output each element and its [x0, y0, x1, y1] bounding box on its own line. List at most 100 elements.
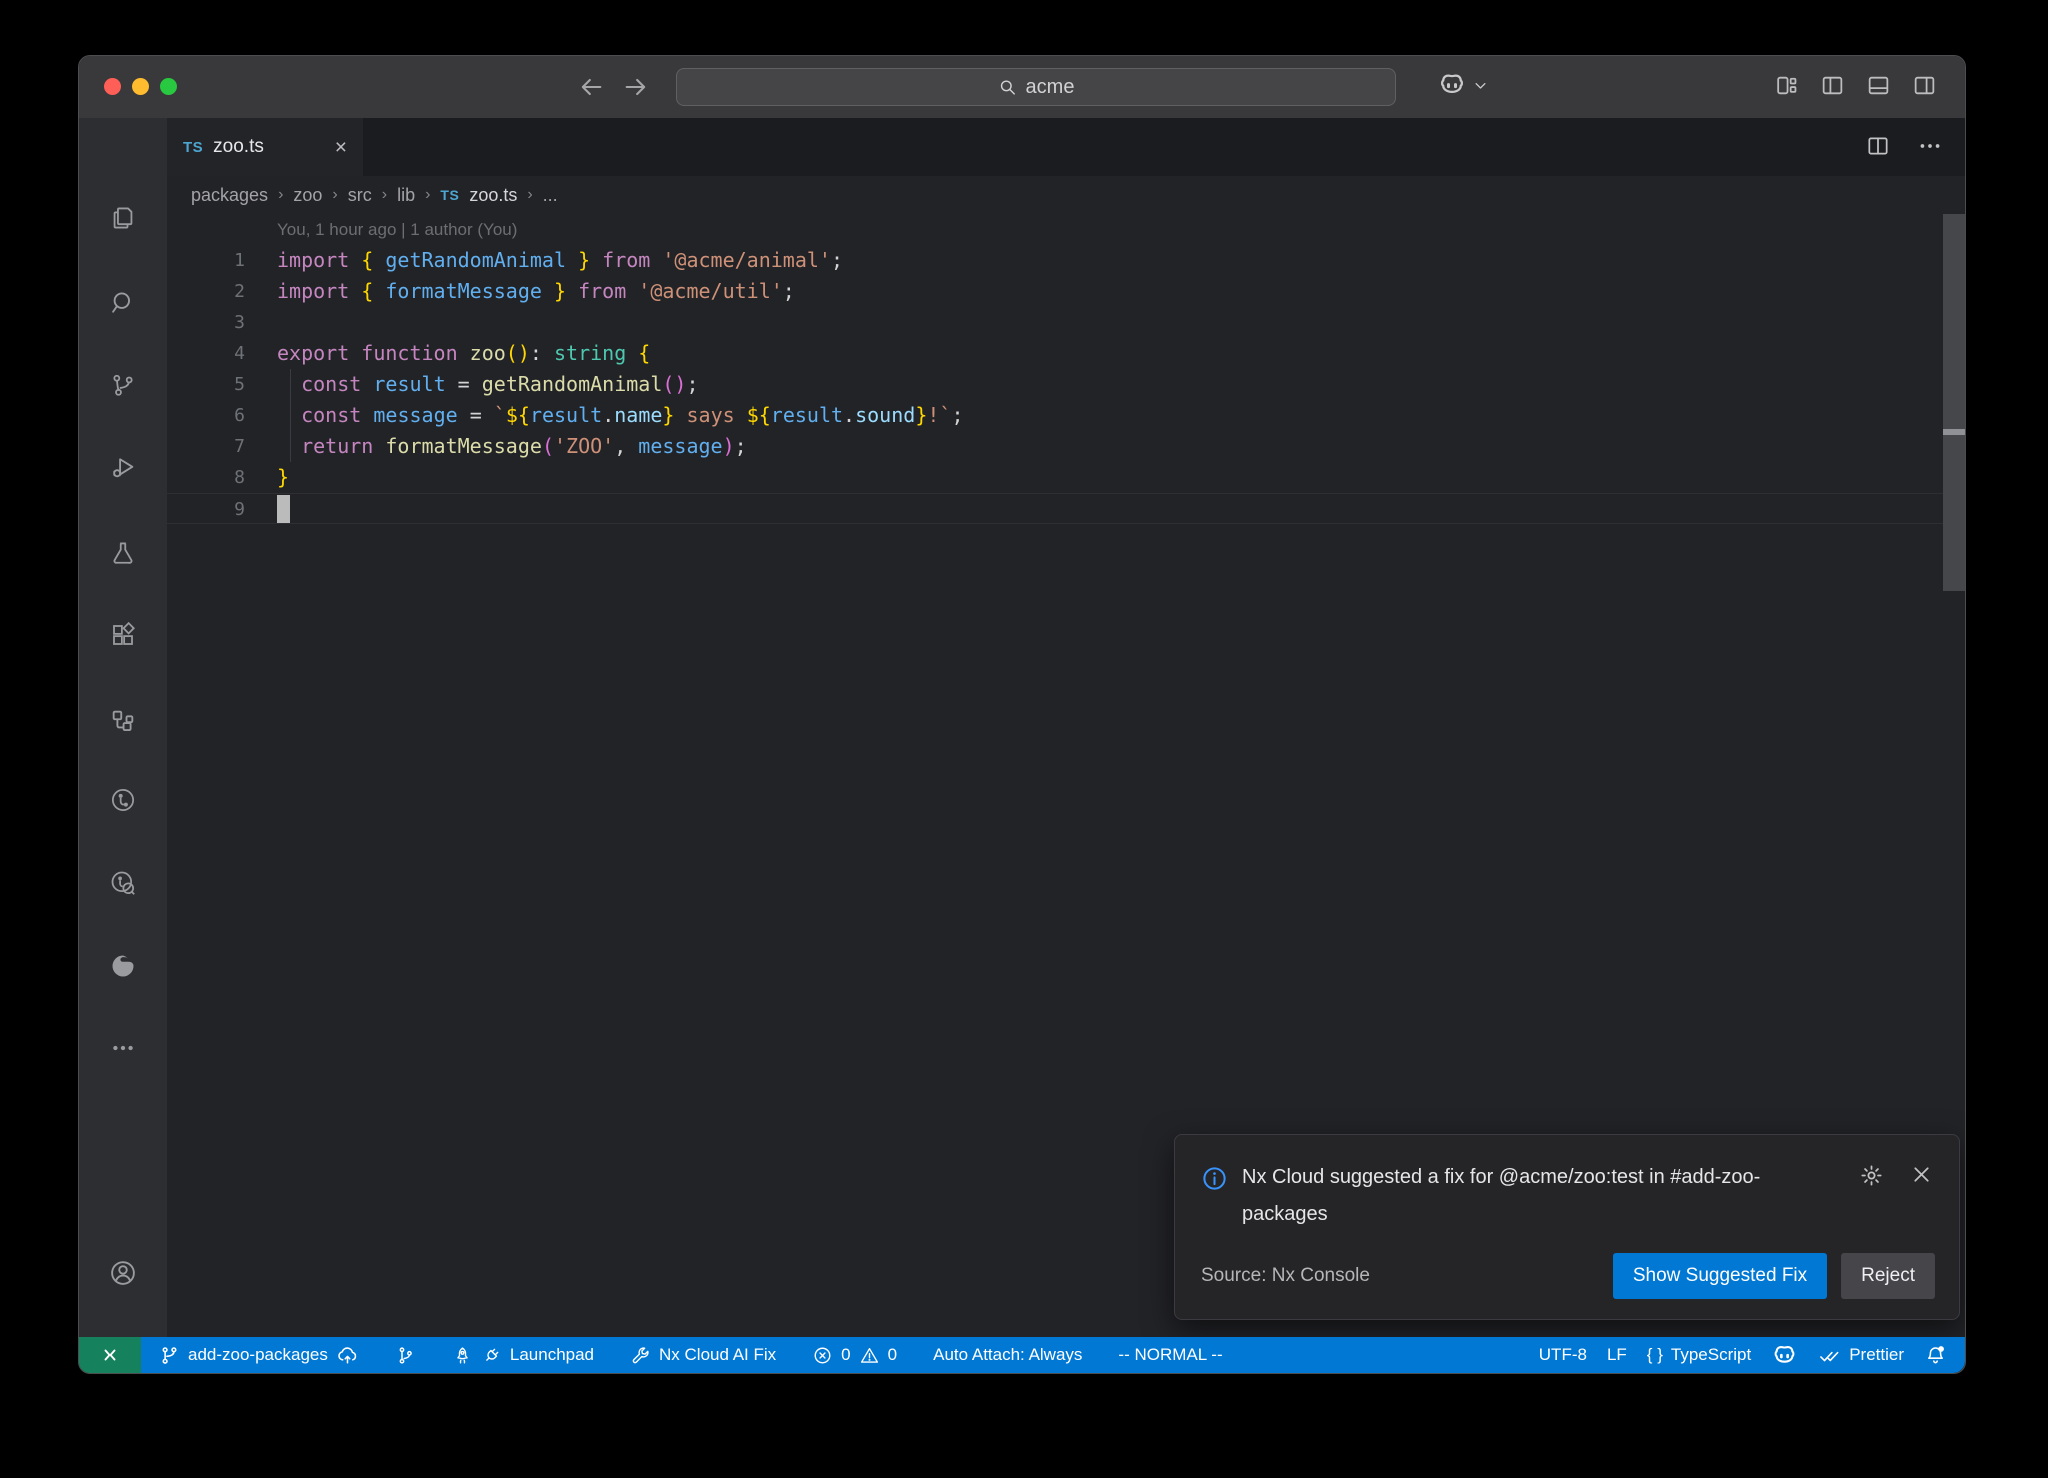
vim-mode-status[interactable]: -- NORMAL -- — [1108, 1337, 1232, 1373]
line-number: 1 — [167, 245, 245, 276]
breadcrumb-lib[interactable]: lib — [397, 185, 415, 206]
code-text — [245, 494, 277, 523]
eol-label: LF — [1607, 1345, 1627, 1365]
gitlens-icon[interactable] — [109, 786, 137, 814]
copilot-status[interactable] — [1761, 1337, 1808, 1373]
notification-source: Source: Nx Console — [1201, 1265, 1370, 1287]
code-text: const message = `${result.name} says ${r… — [245, 400, 964, 431]
notification-settings-gear-icon[interactable] — [1859, 1163, 1884, 1188]
editor-scrollbar[interactable] — [1943, 214, 1965, 591]
source-control-icon[interactable] — [110, 372, 137, 399]
chevron-right-icon: › — [332, 186, 337, 204]
status-bar: add-zoo-packages Launchpad Nx Cloud AI F… — [79, 1337, 1965, 1373]
accounts-icon[interactable] — [108, 1258, 138, 1288]
vim-block-cursor — [277, 495, 290, 523]
tab-zoo-ts[interactable]: TS zoo.ts × — [167, 118, 363, 176]
show-suggested-fix-button[interactable]: Show Suggested Fix — [1613, 1253, 1827, 1299]
toggle-panel-icon[interactable] — [1866, 73, 1891, 98]
language-status[interactable]: { } TypeScript — [1637, 1337, 1761, 1373]
back-arrow-icon[interactable] — [577, 73, 605, 101]
notification-toast: Nx Cloud suggested a fix for @acme/zoo:t… — [1174, 1134, 1960, 1320]
nx-cloud-fix-status[interactable]: Nx Cloud AI Fix — [620, 1337, 786, 1373]
launchpad-status[interactable]: Launchpad — [442, 1337, 604, 1373]
line-number: 9 — [167, 494, 245, 523]
line-number: 7 — [167, 431, 245, 462]
screenshot: acme — [0, 0, 2048, 1478]
customize-layout-icon[interactable] — [1774, 73, 1799, 98]
formatter-status[interactable]: Prettier — [1808, 1337, 1914, 1373]
problems-status[interactable]: 0 0 — [802, 1337, 907, 1373]
code-text: const result = getRandomAnimal(); — [245, 369, 699, 400]
gitlens-inspect-icon[interactable] — [109, 869, 137, 897]
code-line[interactable]: 3 — [167, 307, 1965, 338]
code-line[interactable]: 7 return formatMessage('ZOO', message); — [167, 431, 1965, 462]
breadcrumb-overflow[interactable]: ... — [543, 185, 558, 206]
additional-views-icon[interactable] — [110, 1035, 136, 1061]
split-editor-icon[interactable] — [1865, 133, 1891, 159]
code-text — [245, 307, 277, 338]
git-branch-icon — [159, 1345, 180, 1366]
commit-graph-icon — [395, 1345, 416, 1366]
toggle-secondary-sidebar-icon[interactable] — [1912, 73, 1937, 98]
extensions-icon[interactable] — [110, 622, 137, 649]
notification-dot — [1938, 1346, 1944, 1352]
breadcrumb-zoo[interactable]: zoo — [293, 185, 322, 206]
breadcrumb-file[interactable]: zoo.ts — [469, 185, 517, 206]
explorer-icon[interactable] — [110, 205, 137, 232]
formatter-label: Prettier — [1849, 1345, 1904, 1365]
line-number: 4 — [167, 338, 245, 369]
tab-label: zoo.ts — [213, 136, 264, 158]
remote-indicator[interactable] — [79, 1337, 141, 1373]
wrench-icon — [630, 1345, 651, 1366]
more-actions-icon[interactable] — [1917, 133, 1943, 159]
notifications-bell[interactable] — [1914, 1337, 1957, 1373]
double-check-icon — [1818, 1344, 1841, 1367]
copilot-icon — [1437, 70, 1467, 100]
code-line[interactable]: 2import { formatMessage } from '@acme/ut… — [167, 276, 1965, 307]
nx-console-icon[interactable] — [109, 707, 137, 735]
code-line[interactable]: 1import { getRandomAnimal } from '@acme/… — [167, 245, 1965, 276]
vscode-window: acme — [78, 55, 1966, 1374]
close-window-button[interactable] — [104, 78, 121, 95]
forward-arrow-icon[interactable] — [622, 73, 650, 101]
encoding-status[interactable]: UTF-8 — [1529, 1337, 1597, 1373]
reject-button[interactable]: Reject — [1841, 1253, 1935, 1299]
typescript-file-icon: TS — [440, 187, 459, 203]
launchpad-label: Launchpad — [510, 1345, 594, 1365]
auto-attach-status[interactable]: Auto Attach: Always — [923, 1337, 1092, 1373]
run-debug-icon[interactable] — [109, 454, 137, 482]
breadcrumb: packages› zoo› src› lib› TS zoo.ts› ... — [167, 176, 1965, 214]
commit-graph-status[interactable] — [385, 1337, 426, 1373]
code-line[interactable]: 6 const message = `${result.name} says $… — [167, 400, 1965, 431]
code-text: import { getRandomAnimal } from '@acme/a… — [245, 245, 843, 276]
info-icon — [1201, 1165, 1228, 1192]
remote-icon — [98, 1343, 122, 1367]
search-value: acme — [1026, 76, 1075, 99]
notification-close-icon[interactable] — [1910, 1163, 1933, 1186]
code-line[interactable]: 4export function zoo(): string { — [167, 338, 1965, 369]
git-branch-status[interactable]: add-zoo-packages — [149, 1337, 369, 1373]
command-center-search[interactable]: acme — [676, 68, 1396, 106]
tab-close-icon[interactable]: × — [335, 137, 347, 158]
plug-icon — [477, 1340, 507, 1370]
edge-devtools-icon[interactable] — [109, 952, 137, 980]
line-number: 2 — [167, 276, 245, 307]
code-rows: 1import { getRandomAnimal } from '@acme/… — [167, 245, 1965, 524]
maximize-window-button[interactable] — [160, 78, 177, 95]
minimize-window-button[interactable] — [132, 78, 149, 95]
chevron-right-icon: › — [527, 186, 532, 204]
eol-status[interactable]: LF — [1597, 1337, 1637, 1373]
indent-guide — [290, 369, 291, 462]
testing-icon[interactable] — [110, 540, 137, 567]
code-line[interactable]: 8} — [167, 462, 1965, 493]
breadcrumb-packages[interactable]: packages — [191, 185, 268, 206]
rocket-icon — [452, 1345, 473, 1366]
code-line[interactable]: 9 — [167, 493, 1965, 524]
code-line[interactable]: 5 const result = getRandomAnimal(); — [167, 369, 1965, 400]
breadcrumb-src[interactable]: src — [348, 185, 372, 206]
toggle-primary-sidebar-icon[interactable] — [1820, 73, 1845, 98]
copilot-menu-button[interactable] — [1437, 70, 1488, 100]
search-view-icon[interactable] — [109, 289, 137, 317]
line-number: 8 — [167, 462, 245, 493]
bell-icon — [1924, 1344, 1947, 1367]
